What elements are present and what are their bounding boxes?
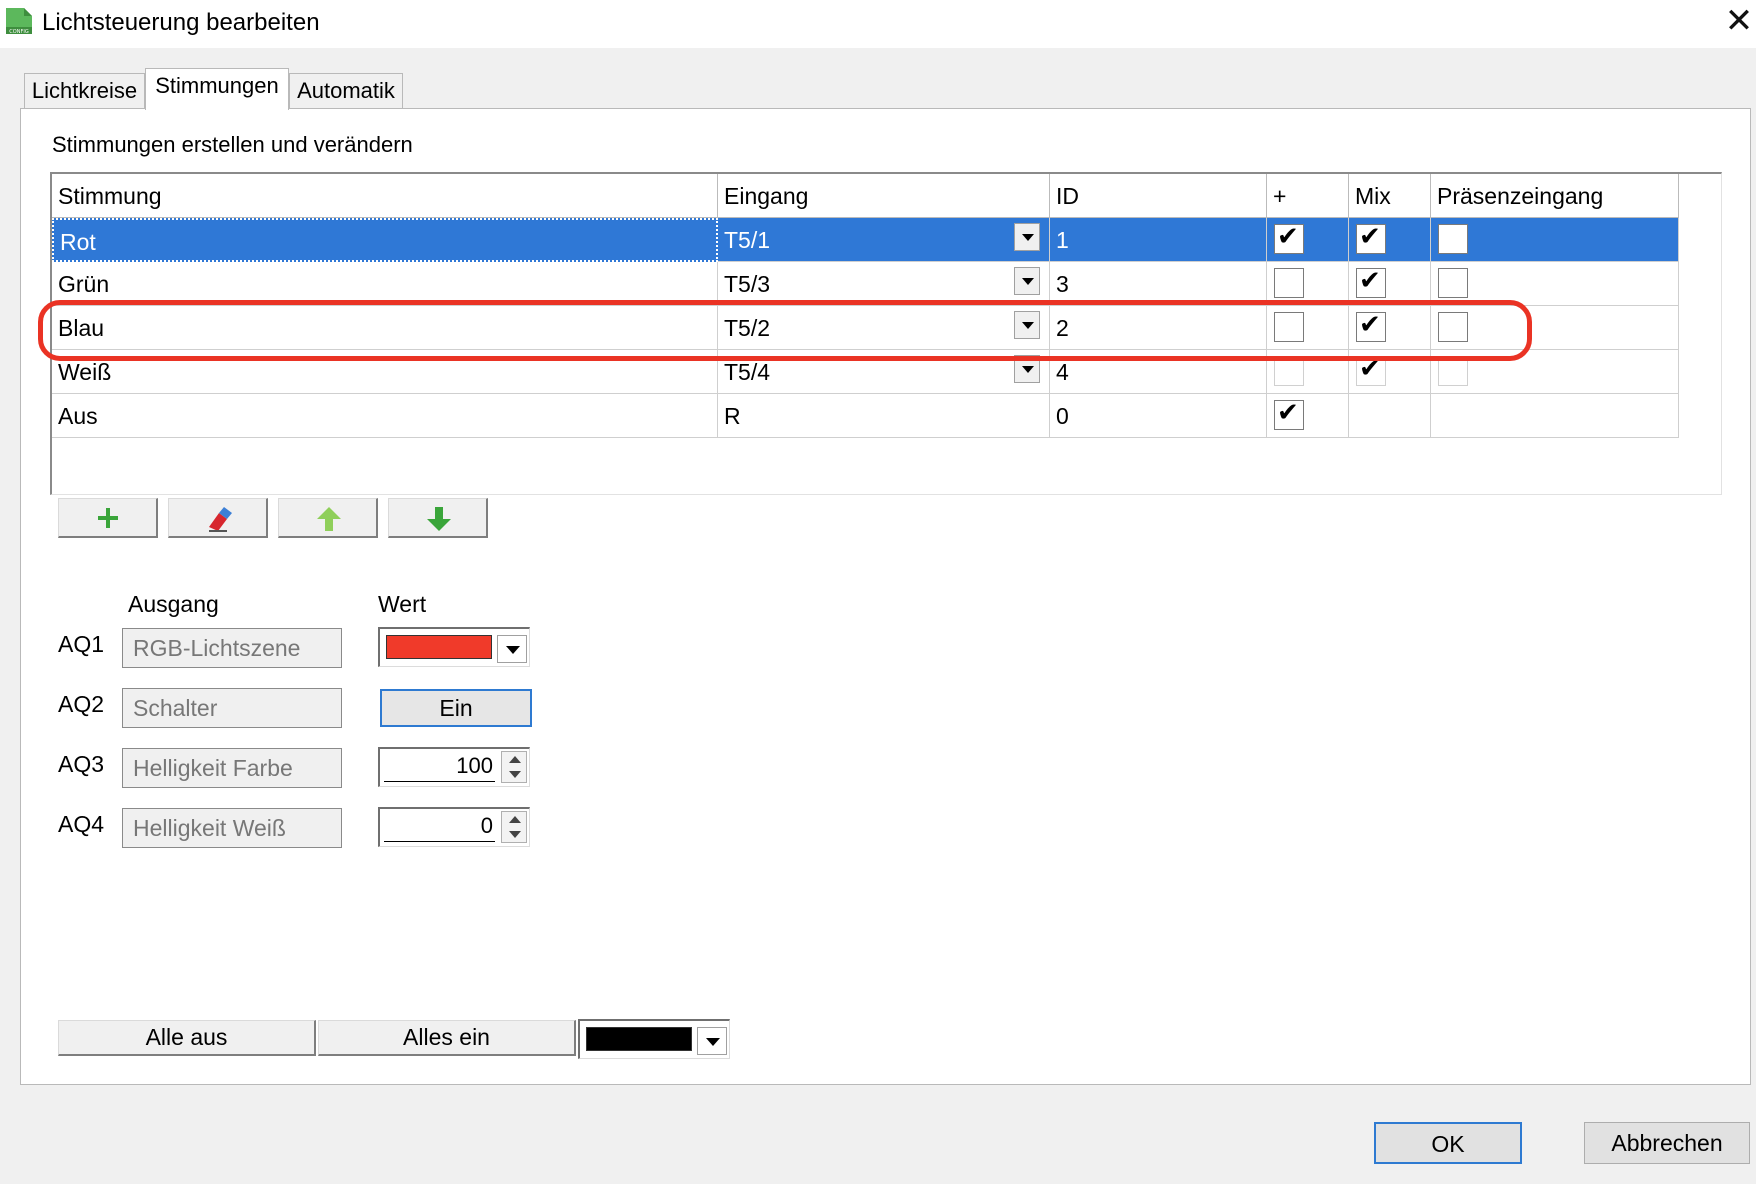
- spinner-underline: [384, 781, 495, 782]
- table-cell-plus[interactable]: ✔: [1267, 218, 1349, 262]
- column-header-praesenzeingang[interactable]: Präsenzeingang: [1431, 174, 1679, 218]
- delete-button[interactable]: [168, 498, 268, 538]
- table-cell-praesenz[interactable]: [1431, 218, 1679, 262]
- ausgang-field: RGB-Lichtszene: [122, 628, 342, 668]
- move-down-icon: [427, 507, 451, 531]
- chevron-down-icon[interactable]: [1014, 267, 1040, 295]
- close-icon[interactable]: ✕: [1722, 4, 1756, 38]
- mix-checkbox[interactable]: ✔: [1356, 265, 1386, 298]
- alle-aus-button[interactable]: Alle aus: [58, 1020, 316, 1056]
- toggle-ein-button[interactable]: Ein: [380, 689, 532, 727]
- tab-automatik[interactable]: Automatik: [289, 73, 403, 109]
- add-icon: [98, 508, 118, 528]
- arrow-down-icon[interactable]: [509, 771, 521, 778]
- output-id-label: AQ2: [58, 691, 105, 717]
- alles-ein-button[interactable]: Alles ein: [318, 1020, 576, 1056]
- ausgang-field: Helligkeit Farbe: [122, 748, 342, 788]
- plus-checkbox[interactable]: ✔: [1274, 221, 1304, 254]
- table-cell-stimmung[interactable]: Aus: [52, 394, 718, 438]
- spinner-underline: [384, 841, 495, 842]
- add-button[interactable]: [58, 498, 158, 538]
- table-cell-mix: [1349, 394, 1431, 438]
- table-cell-stimmung[interactable]: Rot: [52, 218, 718, 262]
- checkmark-icon: ✔: [1359, 265, 1381, 295]
- section-title: Stimmungen erstellen und verändern: [52, 132, 413, 157]
- checkmark-icon: ✔: [1277, 397, 1299, 427]
- ok-button[interactable]: OK: [1374, 1122, 1522, 1164]
- column-header-eingang[interactable]: Eingang: [718, 174, 1050, 218]
- title-bar: CONFIG Lichtsteuerung bearbeiten ✕: [0, 0, 1756, 48]
- global-color-dropdown[interactable]: [578, 1019, 730, 1059]
- arrow-up-icon[interactable]: [509, 756, 521, 763]
- column-header-plus[interactable]: +: [1267, 174, 1349, 218]
- window-title: Lichtsteuerung bearbeiten: [42, 9, 320, 36]
- table-cell-eingang[interactable]: T5/1: [718, 218, 1050, 262]
- helligkeit-farbe-spinner[interactable]: 100: [378, 747, 530, 787]
- arrow-up-icon[interactable]: [509, 816, 521, 823]
- chevron-down-icon[interactable]: [697, 1027, 727, 1055]
- table-cell-mix[interactable]: ✔: [1349, 218, 1431, 262]
- eingang-value: T5/4: [724, 359, 771, 385]
- ausgang-header: Ausgang: [128, 591, 219, 617]
- tab-lichtkreise[interactable]: Lichtkreise: [24, 73, 145, 109]
- output-id-label: AQ3: [58, 751, 105, 777]
- color-swatch: [386, 635, 492, 659]
- column-header-id[interactable]: ID: [1050, 174, 1267, 218]
- move-down-button[interactable]: [388, 498, 488, 538]
- plus-checkbox[interactable]: [1274, 268, 1304, 298]
- eingang-value: T5/1: [724, 227, 771, 253]
- color-picker-dropdown[interactable]: [378, 627, 530, 667]
- tab-stimmungen[interactable]: Stimmungen: [145, 68, 289, 110]
- table-cell-praesenz: [1431, 394, 1679, 438]
- praesenz-checkbox[interactable]: [1438, 268, 1468, 298]
- highlight-annotation: [38, 300, 1532, 361]
- move-up-button[interactable]: [278, 498, 378, 538]
- chevron-down-icon[interactable]: [497, 635, 527, 663]
- table-cell-id[interactable]: 0: [1050, 394, 1267, 438]
- praesenz-checkbox[interactable]: [1438, 224, 1468, 254]
- cancel-button[interactable]: Abbrechen: [1584, 1122, 1750, 1164]
- wert-header: Wert: [378, 591, 427, 617]
- move-up-icon: [317, 507, 341, 531]
- eingang-value: T5/3: [724, 271, 771, 297]
- spinner-buttons[interactable]: [501, 751, 527, 783]
- mix-checkbox[interactable]: ✔: [1356, 221, 1386, 254]
- color-swatch: [586, 1027, 692, 1051]
- ausgang-field: Helligkeit Weiß: [122, 808, 342, 848]
- config-app-icon: CONFIG: [6, 8, 32, 35]
- checkmark-icon: ✔: [1359, 221, 1381, 251]
- svg-text:CONFIG: CONFIG: [9, 29, 29, 35]
- column-header-mix[interactable]: Mix: [1349, 174, 1431, 218]
- table-cell-id[interactable]: 1: [1050, 218, 1267, 262]
- eraser-icon: [209, 507, 232, 532]
- column-header-stimmung[interactable]: Stimmung: [52, 174, 718, 218]
- output-id-label: AQ1: [58, 631, 105, 657]
- helligkeit-weiss-spinner[interactable]: 0: [378, 807, 530, 847]
- arrow-down-icon[interactable]: [509, 831, 521, 838]
- output-id-label: AQ4: [58, 811, 105, 837]
- plus-checkbox[interactable]: ✔: [1274, 397, 1304, 430]
- spinner-value[interactable]: 0: [481, 811, 493, 841]
- table-cell-plus[interactable]: ✔: [1267, 394, 1349, 438]
- ausgang-field: Schalter: [122, 688, 342, 728]
- checkmark-icon: ✔: [1277, 221, 1299, 251]
- spinner-value[interactable]: 100: [456, 751, 493, 781]
- table-cell-eingang[interactable]: R: [718, 394, 1050, 438]
- chevron-down-icon[interactable]: [1014, 223, 1040, 251]
- spinner-buttons[interactable]: [501, 811, 527, 843]
